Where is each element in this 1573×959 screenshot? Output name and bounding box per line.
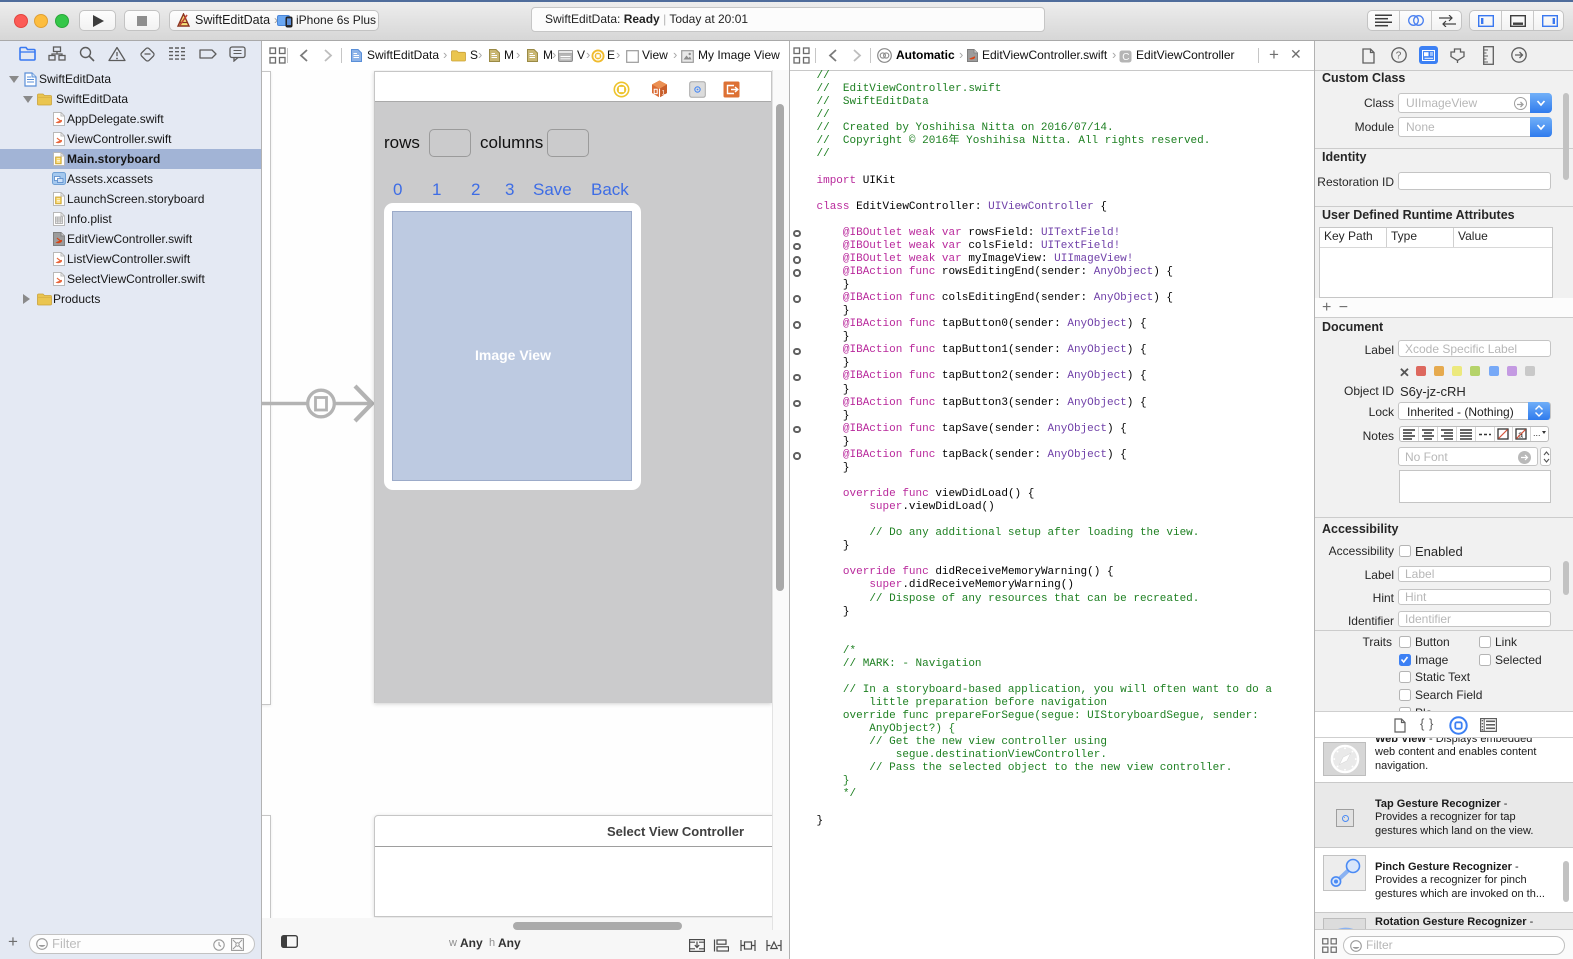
svg-text:?: ? (1396, 51, 1402, 62)
svg-text:C: C (1122, 52, 1129, 63)
svg-text:...: ... (1533, 428, 1541, 438)
svg-text:1: 1 (662, 90, 666, 97)
